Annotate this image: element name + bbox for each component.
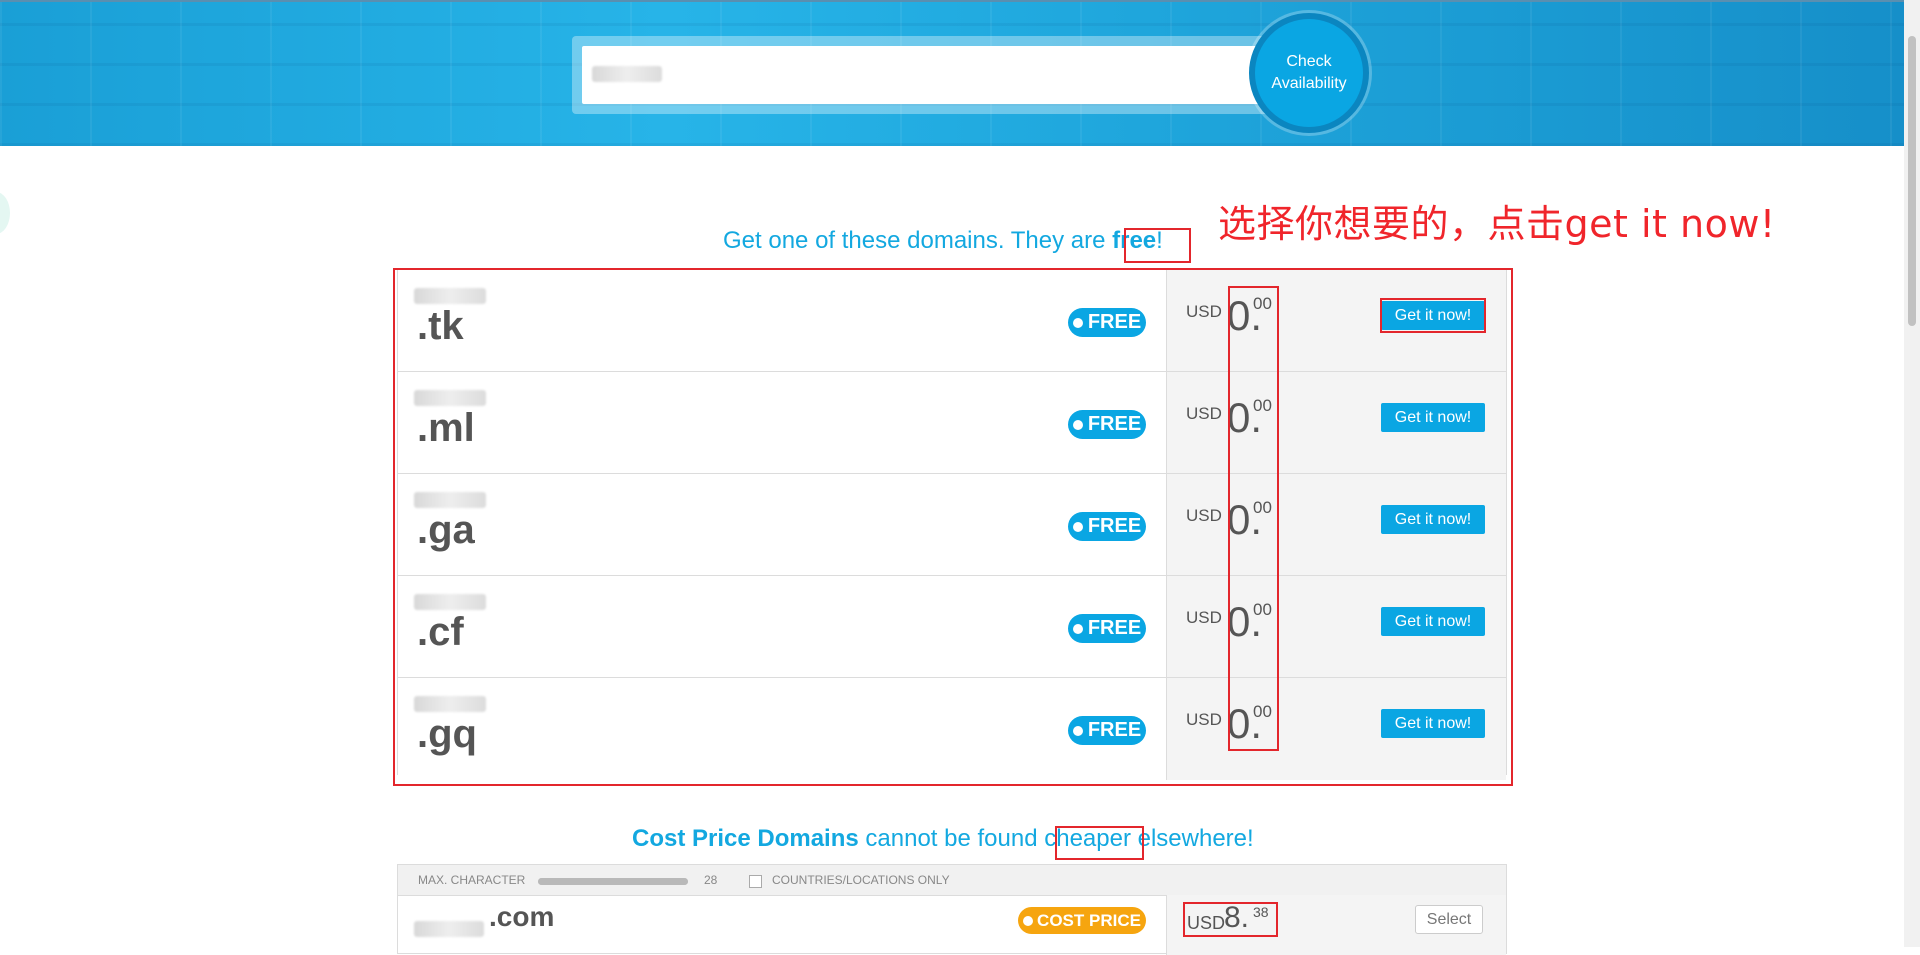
countries-only-checkbox[interactable] [749, 875, 762, 888]
cost-section-title: Cost Price Domains cannot be found cheap… [632, 825, 1254, 853]
badge-dot-icon [1023, 915, 1034, 926]
header-banner: Check Availability [0, 0, 1904, 146]
annotation-box-cheaper-word [1055, 826, 1144, 860]
max-character-label: MAX. CHARACTER [418, 873, 526, 887]
search-container [572, 36, 1272, 114]
select-button-label: Select [1426, 910, 1472, 928]
free-title-prefix: Get one of these domains. They are [723, 227, 1113, 254]
select-button[interactable]: Select [1415, 905, 1483, 934]
cost-badge-label: COST PRICE [1037, 910, 1141, 930]
annotation-box-prices [1228, 286, 1279, 751]
free-section-title: Get one of these domains. They are free! [723, 227, 1163, 255]
cost-title-strong: Cost Price Domains [632, 825, 859, 852]
page-scrollbar[interactable] [1904, 0, 1920, 947]
annotation-box-free-word [1124, 228, 1191, 263]
max-character-value: 28 [704, 873, 718, 887]
cost-price-badge: COST PRICE [1018, 907, 1146, 934]
domain-search-input[interactable] [582, 46, 1262, 104]
redacted-search-text [592, 66, 662, 82]
annotation-box-cost-price [1183, 902, 1278, 937]
cost-title-suffix: elsewhere! [1130, 825, 1254, 852]
side-decoration [0, 192, 10, 234]
scrollbar-thumb[interactable] [1908, 36, 1916, 326]
annotation-instruction: 选择你想要的，点击get it now! [1218, 202, 1776, 246]
annotation-box-free-table [393, 268, 1513, 786]
redacted-domain-name [414, 921, 484, 937]
annotation-box-first-button [1380, 298, 1486, 333]
check-availability-label: Check Availability [1271, 53, 1347, 92]
cost-domain-tld: .com [489, 901, 555, 932]
max-character-slider[interactable] [538, 878, 688, 885]
countries-only-label: COUNTRIES/LOCATIONS ONLY [772, 873, 950, 887]
check-availability-button[interactable]: Check Availability [1249, 13, 1369, 133]
cost-domain-row: .com COST PRICE USD 8. 38 Select [398, 895, 1506, 955]
filter-bar: MAX. CHARACTER 28 COUNTRIES/LOCATIONS ON… [398, 865, 1506, 896]
max-character-slider-fill [538, 878, 688, 885]
cost-title-mid: cannot be found [858, 825, 1045, 852]
cost-domains-table: MAX. CHARACTER 28 COUNTRIES/LOCATIONS ON… [397, 864, 1507, 955]
